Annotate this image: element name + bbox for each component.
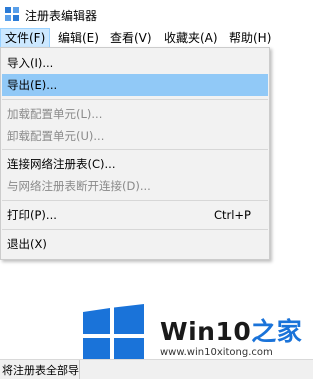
menu-bar: 文件(F) 编辑(E) 查看(V) 收藏夹(A) 帮助(H): [0, 28, 313, 48]
status-text: 将注册表全部导: [2, 364, 79, 377]
status-divider: [79, 360, 80, 379]
menu-item-import[interactable]: 导入(I)...: [2, 52, 268, 74]
menu-separator: [2, 229, 268, 230]
status-bar: 将注册表全部导: [0, 359, 313, 379]
watermark-url: www.win10xitong.com: [160, 347, 273, 358]
watermark-brand-suffix: 之家: [251, 317, 303, 346]
menu-separator: [2, 99, 268, 100]
menu-help[interactable]: 帮助(H): [225, 28, 275, 48]
menu-separator: [2, 200, 268, 201]
menu-item-disconnect-label: 与网络注册表断开连接(D)...: [7, 179, 151, 193]
regedit-app-icon: [5, 7, 19, 21]
menu-view[interactable]: 查看(V): [106, 28, 156, 48]
watermark-brand: Win10之家: [160, 312, 302, 348]
menu-item-load-hive-label: 加载配置单元(L)...: [7, 107, 103, 121]
file-menu-dropdown: 导入(I)... 导出(E)... 加载配置单元(L)... 卸载配置单元(U)…: [0, 47, 270, 260]
menu-item-export-label: 导出(E)...: [7, 78, 58, 92]
window-title: 注册表编辑器: [25, 9, 98, 23]
menu-item-load-hive: 加载配置单元(L)...: [2, 103, 268, 125]
menu-favorites[interactable]: 收藏夹(A): [160, 28, 222, 48]
menu-item-import-label: 导入(I)...: [7, 56, 54, 70]
menu-item-print-label: 打印(P)...: [7, 208, 57, 222]
menu-item-export[interactable]: 导出(E)...: [2, 74, 268, 96]
menu-item-exit[interactable]: 退出(X): [2, 233, 268, 255]
menu-item-disconnect-network-registry: 与网络注册表断开连接(D)...: [2, 175, 268, 197]
menu-item-unload-hive-label: 卸载配置单元(U)...: [7, 129, 105, 143]
watermark-brand-prefix: Win10: [160, 317, 252, 346]
title-bar: 注册表编辑器: [0, 0, 313, 28]
menu-item-print-shortcut: Ctrl+P: [213, 208, 251, 222]
menu-separator: [2, 149, 268, 150]
menu-item-connect-label: 连接网络注册表(C)...: [7, 157, 116, 171]
menu-edit[interactable]: 编辑(E): [54, 28, 103, 48]
menu-item-print[interactable]: 打印(P)... Ctrl+P: [2, 204, 268, 226]
menu-item-exit-label: 退出(X): [7, 237, 47, 251]
menu-file[interactable]: 文件(F): [0, 28, 51, 48]
menu-item-connect-network-registry[interactable]: 连接网络注册表(C)...: [2, 153, 268, 175]
menu-item-unload-hive: 卸载配置单元(U)...: [2, 125, 268, 147]
